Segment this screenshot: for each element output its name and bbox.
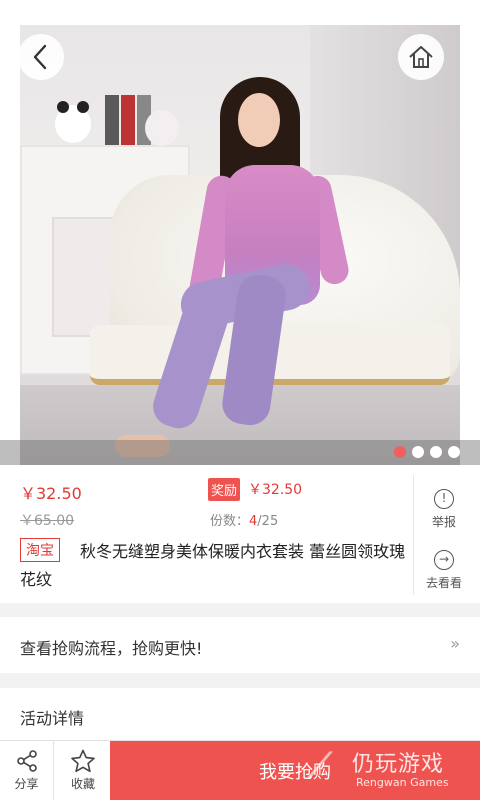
reward-badge: 奖励 xyxy=(208,478,241,501)
share-count-total: /25 xyxy=(257,514,279,529)
purchase-flow-row[interactable]: 查看抢购流程，抢购更快! » xyxy=(0,617,480,673)
share-icon xyxy=(16,750,37,772)
carousel-indicator-bar xyxy=(0,440,480,465)
home-icon xyxy=(409,46,433,68)
product-photo xyxy=(20,25,460,465)
divider xyxy=(413,475,414,595)
watermark-logo-icon: ⟋ xyxy=(308,746,332,786)
product-image-carousel[interactable] xyxy=(0,0,480,465)
home-button[interactable] xyxy=(398,34,444,80)
watermark-cn: 仍玩游戏 xyxy=(352,752,445,777)
current-price: ￥32.50 xyxy=(20,484,82,503)
report-label: 举报 xyxy=(431,515,456,529)
watermark-en: Rengwan Games xyxy=(356,776,449,789)
carousel-dot[interactable] xyxy=(448,446,460,458)
back-button[interactable] xyxy=(18,34,64,80)
star-icon xyxy=(71,749,95,773)
carousel-dot[interactable] xyxy=(394,446,406,458)
watermark: ⟋ 仍玩游戏 Rengwan Games xyxy=(300,742,480,800)
product-title: 秋冬无缝塑身美体保暖内衣套装 蕾丝圆领玫瑰花纹 xyxy=(20,542,406,589)
report-button[interactable]: ! 举报 xyxy=(418,489,470,530)
platform-tag: 淘宝 xyxy=(20,538,60,562)
double-chevron-right-icon: » xyxy=(450,634,460,653)
original-price: ￥65.00 xyxy=(20,513,75,529)
share-label: 分享 xyxy=(14,777,39,791)
favorite-button[interactable]: 收藏 xyxy=(56,741,110,800)
activity-details-title: 活动详情 xyxy=(20,709,85,728)
go-see-label: 去看看 xyxy=(425,576,462,590)
share-count-label: 份数： xyxy=(210,514,250,529)
arrow-right-circle-icon: → xyxy=(434,550,454,570)
chevron-left-icon xyxy=(33,44,47,70)
carousel-dots xyxy=(394,446,460,458)
go-see-button[interactable]: → 去看看 xyxy=(418,550,470,591)
reward-price: ￥32.50 xyxy=(248,482,303,498)
purchase-flow-text: 查看抢购流程，抢购更快! xyxy=(20,639,203,658)
share-count: 份数：4/25 xyxy=(210,510,278,529)
product-info: ￥32.50 ￥65.00 奖励 ￥32.50 份数：4/25 秋冬无缝塑身美体… xyxy=(0,465,480,603)
carousel-dot[interactable] xyxy=(412,446,424,458)
activity-details-section: 活动详情 xyxy=(0,688,480,748)
carousel-dot[interactable] xyxy=(430,446,442,458)
share-button[interactable]: 分享 xyxy=(0,741,54,800)
alert-icon: ! xyxy=(434,489,454,509)
favorite-label: 收藏 xyxy=(70,777,95,791)
